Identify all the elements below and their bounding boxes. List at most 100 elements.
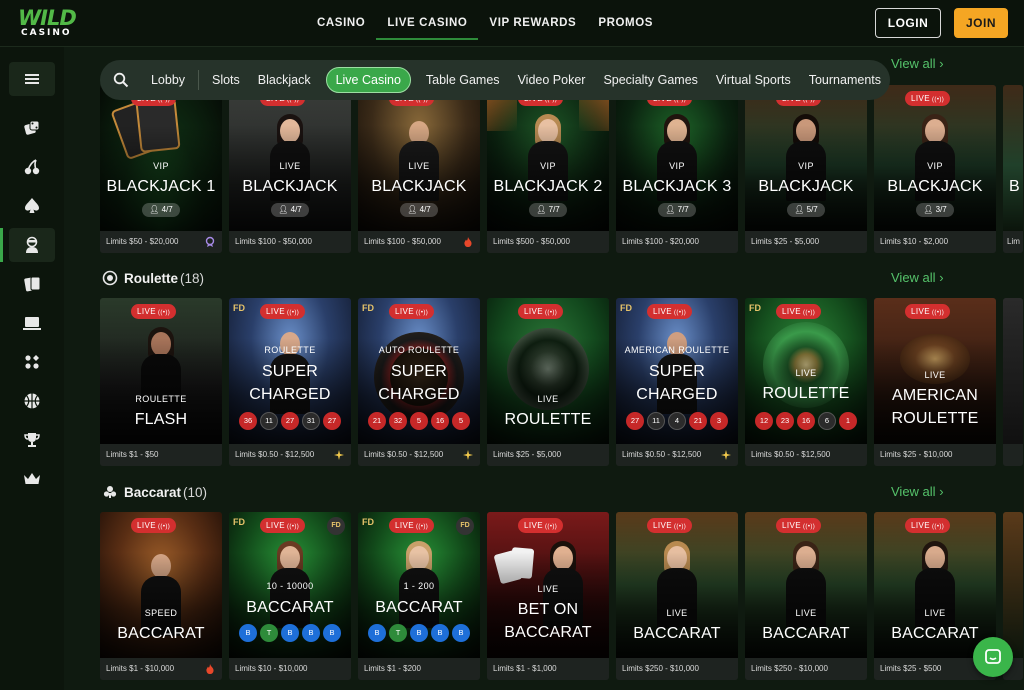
login-button[interactable]: LOGIN: [875, 8, 941, 38]
cards-icon[interactable]: [9, 267, 55, 301]
game-card-baccarat-live[interactable]: LIVE ((•)) LIVE BACCARAT Limits $250 - $…: [745, 512, 867, 680]
nav-vip-rewards[interactable]: VIP REWARDS: [478, 0, 587, 40]
game-card-bet-on-baccarat[interactable]: LIVE ((•)) LIVE BET ON BACCARAT Limits $…: [487, 512, 609, 680]
result-number: 4: [668, 412, 686, 430]
limits-bar: Limits $1 - $10,000: [100, 658, 222, 680]
crown-icon[interactable]: [9, 462, 55, 496]
seats-count: 5/7: [806, 205, 818, 214]
search-button[interactable]: [100, 60, 142, 100]
bead-road: B T B B B: [229, 624, 351, 642]
provider-logo: FD: [233, 303, 245, 313]
site-logo[interactable]: WILD CASINO: [18, 8, 78, 39]
seats-indicator: 👤︎ 4/7: [271, 203, 309, 217]
limits-text: Lim: [1007, 237, 1020, 246]
game-card-blackjack[interactable]: LIVE ((•)) VIP BLACKJACK 👤︎ 3/7 Limits $…: [874, 85, 996, 253]
monitor-icon[interactable]: [9, 306, 55, 340]
limits-text: Limits $50 - $20,000: [106, 237, 179, 246]
game-card-roulette[interactable]: LIVE ((•)) LIVE ROULETTE Limits $25 - $5…: [487, 298, 609, 466]
live-badge: LIVE ((•)): [389, 518, 435, 533]
result-number: 6: [818, 412, 836, 430]
game-card-blackjack-2[interactable]: LIVE ((•)) VIP BLACKJACK 2 👤︎ 7/7 Limits…: [487, 85, 609, 253]
basketball-icon[interactable]: [9, 384, 55, 418]
logo-subtitle: CASINO: [21, 28, 72, 38]
baccarat-view-all-link[interactable]: View all ›: [891, 484, 944, 499]
broadcast-icon: ((•)): [929, 310, 945, 316]
broadcast-icon: ((•)): [413, 524, 429, 530]
game-card-roulette-live[interactable]: FD LIVE ((•)) LIVE ROULETTE 12 23 16 6 1…: [745, 298, 867, 466]
game-card-partial[interactable]: B Lim: [1003, 85, 1023, 253]
category-lobby[interactable]: Lobby: [142, 73, 194, 87]
seats-indicator: 👤︎ 4/7: [400, 203, 438, 217]
game-card-speed-baccarat[interactable]: LIVE ((•)) SPEED BACCARAT Limits $1 - $1…: [100, 512, 222, 680]
menu-icon[interactable]: [9, 62, 55, 96]
category-table-games[interactable]: Table Games: [417, 73, 509, 87]
game-card-blackjack[interactable]: LIVE ((•)) VIP BLACKJACK 👤︎ 5/7 Limits $…: [745, 85, 867, 253]
result-number: 3: [710, 412, 728, 430]
category-separator: [198, 70, 199, 90]
category-virtual-sports[interactable]: Virtual Sports: [707, 73, 800, 87]
category-live-casino[interactable]: Live Casino: [325, 67, 411, 93]
limits-text: Limits $10 - $2,000: [880, 237, 949, 246]
broadcast-icon: ((•)): [800, 524, 816, 530]
roulette-view-all-link[interactable]: View all ›: [891, 270, 944, 285]
recent-results: 27 11 4 21 3: [616, 412, 738, 430]
game-card-baccarat[interactable]: FD FD LIVE ((•)) 1 - 200 BACCARAT B T B …: [358, 512, 480, 680]
spade-icon[interactable]: [9, 189, 55, 223]
game-card-super-charged[interactable]: FD LIVE ((•)) ROULETTE SUPER CHARGED 36 …: [229, 298, 351, 466]
limits-bar: Limits $0.50 - $12,500: [745, 444, 867, 466]
game-title: BACCARAT: [375, 599, 463, 616]
game-title-line2: BACCARAT: [504, 624, 592, 641]
section-count: (10): [183, 484, 208, 500]
blackjack-row: LIVE ((•)) VIP BLACKJACK 1 👤︎ 4/7 Limits…: [100, 85, 1024, 255]
game-title: BACCARAT: [762, 625, 850, 642]
game-card-blackjack[interactable]: LIVE ((•)) LIVE BLACKJACK 👤︎ 4/7 Limits …: [229, 85, 351, 253]
limits-bar: Limits $25 - $10,000: [874, 444, 996, 466]
game-card-american-roulette[interactable]: LIVE ((•)) LIVE AMERICAN ROULETTE Limits…: [874, 298, 996, 466]
game-card-baccarat[interactable]: FD FD LIVE ((•)) 10 - 10000 BACCARAT B T…: [229, 512, 351, 680]
bead-banker: B: [239, 624, 257, 642]
trophy-icon[interactable]: [9, 423, 55, 457]
dots-icon[interactable]: [9, 345, 55, 379]
game-card-auto-super-charged[interactable]: FD LIVE ((•)) AUTO ROULETTE SUPER CHARGE…: [358, 298, 480, 466]
seats-count: 4/7: [419, 205, 431, 214]
game-card-partial[interactable]: [1003, 298, 1023, 466]
live-badge: LIVE ((•)): [905, 518, 951, 533]
game-card-blackjack[interactable]: LIVE ((•)) LIVE BLACKJACK 👤︎ 4/7 Limits …: [358, 85, 480, 253]
game-subtitle: LIVE: [924, 608, 946, 618]
game-card-american-super-charged[interactable]: FD LIVE ((•)) AMERICAN ROULETTE SUPER CH…: [616, 298, 738, 466]
view-all-label: View all: [891, 484, 936, 499]
seats-indicator: 👤︎ 5/7: [787, 203, 825, 217]
chat-icon: [985, 649, 1001, 664]
game-card-blackjack-1[interactable]: LIVE ((•)) VIP BLACKJACK 1 👤︎ 4/7 Limits…: [100, 85, 222, 253]
limits-text: Limits $250 - $10,000: [622, 664, 699, 673]
user-icon: 👤︎: [665, 205, 678, 214]
game-title-line2: CHARGED: [378, 386, 460, 403]
dealer-icon[interactable]: [0, 228, 55, 262]
cherry-icon[interactable]: [9, 150, 55, 184]
limits-text: Limits $0.50 - $12,500: [235, 450, 315, 459]
chat-button[interactable]: [973, 637, 1013, 677]
game-subtitle: LIVE: [795, 608, 817, 618]
limits-text: Limits $0.50 - $12,500: [364, 450, 444, 459]
game-card-baccarat-live[interactable]: LIVE ((•)) LIVE BACCARAT Limits $250 - $…: [616, 512, 738, 680]
nav-casino[interactable]: CASINO: [306, 0, 376, 40]
category-tournaments[interactable]: Tournaments: [800, 73, 890, 87]
seats-count: 4/7: [161, 205, 173, 214]
game-title: BLACKJACK: [371, 178, 467, 195]
result-number: 11: [260, 412, 278, 430]
nav-promos[interactable]: PROMOS: [587, 0, 664, 40]
game-subtitle: ROULETTE: [135, 394, 187, 404]
join-button[interactable]: JOIN: [954, 8, 1008, 38]
broadcast-icon: ((•)): [929, 524, 945, 530]
game-card-blackjack-3[interactable]: LIVE ((•)) VIP BLACKJACK 3 👤︎ 7/7 Limits…: [616, 85, 738, 253]
category-slots[interactable]: Slots: [203, 73, 249, 87]
game-title: SUPER: [390, 363, 448, 380]
dice-icon[interactable]: [9, 111, 55, 145]
nav-live-casino[interactable]: LIVE CASINO: [376, 0, 479, 40]
user-icon: 👤︎: [407, 205, 420, 214]
game-card-roulette-flash[interactable]: LIVE ((•)) ROULETTE FLASH Limits $1 - $5…: [100, 298, 222, 466]
category-blackjack[interactable]: Blackjack: [249, 73, 320, 87]
blackjack-view-all-link[interactable]: View all ›: [891, 56, 944, 71]
category-video-poker[interactable]: Video Poker: [509, 73, 595, 87]
category-specialty-games[interactable]: Specialty Games: [594, 73, 706, 87]
